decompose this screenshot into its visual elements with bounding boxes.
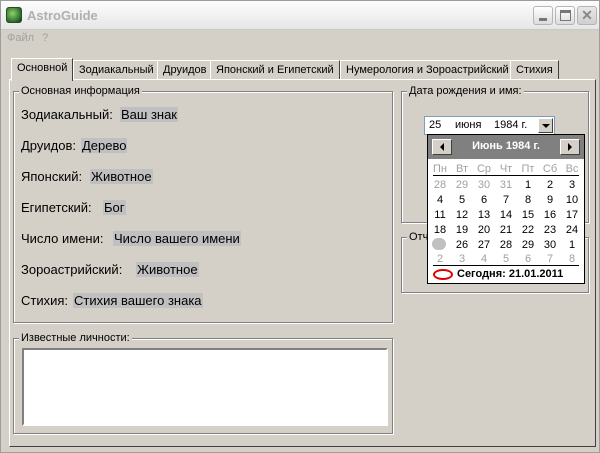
calendar-day[interactable]: 7 xyxy=(495,193,517,208)
selected-day-marker xyxy=(432,238,446,250)
tab-numerology-zoroastrian[interactable]: Нумерология и Зороастрийский xyxy=(340,60,515,80)
calendar-day[interactable]: 10 xyxy=(561,193,583,208)
druid-label: Друидов: xyxy=(21,138,76,153)
egyptian-value: Бог xyxy=(103,200,126,215)
druid-value: Дерево xyxy=(81,138,128,153)
zoroastrian-value: Животное xyxy=(136,262,199,277)
name-number-label: Число имени: xyxy=(21,231,104,246)
calendar-day[interactable]: 24 xyxy=(561,223,583,238)
today-button[interactable]: Сегодня: 21.01.2011 xyxy=(433,268,583,282)
calendar-day[interactable]: 5 xyxy=(451,193,473,208)
calendar-day[interactable]: 29 xyxy=(517,238,539,253)
calendar-day[interactable]: 30 xyxy=(473,178,495,193)
date-dropdown-button[interactable] xyxy=(538,118,553,133)
tab-element[interactable]: Стихия xyxy=(510,60,559,80)
main-info-title: Основная информация xyxy=(19,85,142,97)
maximize-icon xyxy=(560,10,571,21)
calendar-header: Июнь 1984 г. xyxy=(428,135,584,159)
maximize-button[interactable] xyxy=(555,6,575,25)
arrow-right-icon xyxy=(568,143,572,151)
tab-druid[interactable]: Друидов xyxy=(157,60,213,80)
today-circle-icon xyxy=(433,269,453,280)
zodiac-label: Зодиакальный: xyxy=(21,107,113,122)
calendar-day[interactable]: 21 xyxy=(495,223,517,238)
calendar-day[interactable]: 2 xyxy=(539,178,561,193)
date-day: 25 xyxy=(429,119,442,131)
title-bar[interactable]: AstroGuide ✕ xyxy=(1,1,599,30)
prev-month-button[interactable] xyxy=(432,139,452,155)
calendar-day[interactable]: 30 xyxy=(539,238,561,253)
calendar-month-title[interactable]: Июнь 1984 г. xyxy=(454,140,558,152)
calendar-day[interactable]: 26 xyxy=(451,238,473,253)
date-month: июня xyxy=(455,119,482,131)
menu-help[interactable]: ? xyxy=(42,32,48,44)
window-title: AstroGuide xyxy=(27,8,98,23)
japanese-value: Животное xyxy=(90,169,153,184)
calendar-footer-divider xyxy=(433,265,579,266)
calendar-popup: Июнь 1984 г. Пн Вт Ср Чт Пт Сб Вс 28 29 … xyxy=(427,134,585,284)
famous-people-memo[interactable] xyxy=(22,348,388,426)
calendar-day[interactable]: 1 xyxy=(561,238,583,253)
arrow-left-icon xyxy=(440,143,444,151)
calendar-day[interactable]: 14 xyxy=(495,208,517,223)
calendar-day[interactable]: 19 xyxy=(451,223,473,238)
close-button[interactable]: ✕ xyxy=(577,6,597,25)
egyptian-label: Египетский: xyxy=(21,200,92,215)
birth-date-picker[interactable]: 25 июня 1984 г. xyxy=(424,116,555,135)
calendar-day[interactable]: 28 xyxy=(495,238,517,253)
calendar-day[interactable]: 4 xyxy=(429,193,451,208)
calendar-day[interactable]: 20 xyxy=(473,223,495,238)
calendar-day[interactable]: 31 xyxy=(495,178,517,193)
calendar-day[interactable]: 16 xyxy=(539,208,561,223)
app-window: AstroGuide ✕ Файл ? Основной Зодиакальны… xyxy=(0,0,600,453)
date-year: 1984 г. xyxy=(494,119,528,131)
calendar-day[interactable]: 12 xyxy=(451,208,473,223)
minimize-button[interactable] xyxy=(533,6,553,25)
calendar-day[interactable]: 28 xyxy=(429,178,451,193)
today-label: Сегодня: 21.01.2011 xyxy=(457,268,564,280)
app-globe-icon xyxy=(6,7,22,23)
famous-people-title: Известные личности: xyxy=(19,332,132,344)
close-icon: ✕ xyxy=(581,7,593,23)
tab-japanese-egyptian[interactable]: Японский и Египетский xyxy=(210,60,340,80)
japanese-label: Японский: xyxy=(21,169,83,184)
menu-file[interactable]: Файл xyxy=(7,32,34,44)
calendar-day[interactable]: 29 xyxy=(451,178,473,193)
calendar-day[interactable]: 9 xyxy=(539,193,561,208)
calendar-day[interactable]: 18 xyxy=(429,223,451,238)
calendar-day[interactable]: 11 xyxy=(429,208,451,223)
zodiac-value: Ваш знак xyxy=(120,107,178,122)
calendar-day[interactable]: 8 xyxy=(517,193,539,208)
calendar-day[interactable]: 23 xyxy=(539,223,561,238)
minimize-icon xyxy=(539,18,547,21)
calendar-day[interactable]: 3 xyxy=(561,178,583,193)
name-number-value: Число вашего имени xyxy=(113,231,241,246)
calendar-day[interactable]: 13 xyxy=(473,208,495,223)
calendar-day[interactable]: 1 xyxy=(517,178,539,193)
element-label: Стихия: xyxy=(21,293,69,308)
element-value: Стихия вашего знака xyxy=(73,293,203,308)
calendar-day[interactable]: 27 xyxy=(473,238,495,253)
zoroastrian-label: Зороастрийский: xyxy=(21,262,123,277)
calendar-divider xyxy=(433,175,579,176)
tab-main[interactable]: Основной xyxy=(11,58,74,81)
calendar-day[interactable]: 22 xyxy=(517,223,539,238)
calendar-day[interactable]: 6 xyxy=(473,193,495,208)
tab-zodiac[interactable]: Зодиакальный xyxy=(73,60,160,80)
birth-data-title: Дата рождения и имя: xyxy=(407,85,524,97)
next-month-button[interactable] xyxy=(560,139,580,155)
calendar-day[interactable]: 17 xyxy=(561,208,583,223)
menu-bar: Файл ? xyxy=(1,30,599,48)
chevron-down-icon xyxy=(542,124,550,128)
calendar-day[interactable]: 15 xyxy=(517,208,539,223)
